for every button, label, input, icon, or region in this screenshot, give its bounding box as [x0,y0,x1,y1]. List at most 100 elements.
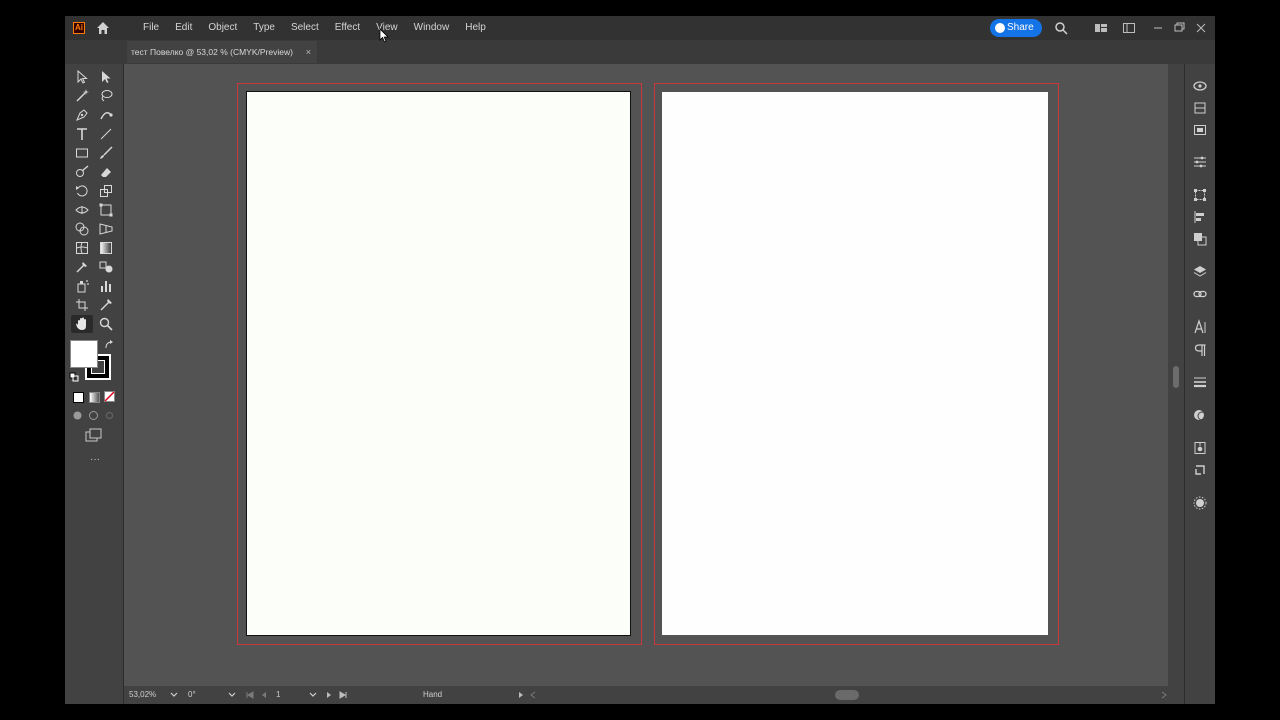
swatches-panel-icon[interactable] [1192,122,1208,138]
active-tool-name: Hand [423,690,443,699]
scroll-right-icon[interactable] [1160,691,1168,699]
links-panel-icon[interactable] [1192,286,1208,302]
direct-selection-tool-icon[interactable] [98,69,114,85]
fill-color-swatch[interactable] [70,340,98,368]
transform-panel-icon[interactable] [1192,187,1208,203]
close-window-icon[interactable] [1194,21,1208,35]
eraser-tool-icon[interactable] [98,164,114,180]
last-artboard-icon[interactable] [339,691,347,699]
scale-tool-icon[interactable] [98,183,114,199]
appearance-panel-icon[interactable] [1192,407,1208,423]
perspective-grid-tool-icon[interactable] [98,221,114,237]
menu-select[interactable]: Select [283,21,327,35]
zoom-tool-icon[interactable] [98,316,114,332]
previous-artboard-icon[interactable] [260,691,268,699]
illustrator-logo-icon: Ai [73,22,85,34]
status-bar: 53,02% 0° 1 Hand [124,686,1184,704]
illustrator-window: Ai File Edit Object Type Select Effect V… [65,16,1215,704]
align-panel-icon[interactable] [1192,209,1208,225]
layers-panel-icon[interactable] [1192,264,1208,280]
menu-help[interactable]: Help [457,21,494,35]
libraries-panel-icon[interactable] [1192,78,1208,94]
rectangle-tool-icon[interactable] [74,145,90,161]
draw-inside-icon[interactable] [104,410,115,421]
canvas-area[interactable] [124,64,1168,686]
paragraph-panel-icon[interactable] [1192,342,1208,358]
menu-window[interactable]: Window [406,21,458,35]
adjustments-panel-icon[interactable] [1192,154,1208,170]
shaper-tool-icon[interactable] [74,164,90,180]
menu-edit[interactable]: Edit [167,21,200,35]
menu-effect[interactable]: Effect [327,21,368,35]
zoom-dropdown-chevron-down-icon[interactable] [170,692,178,698]
zoom-level[interactable]: 53,02% [129,686,156,704]
hand-tool-icon[interactable] [74,316,90,332]
lasso-tool-icon[interactable] [98,88,114,104]
swap-fill-stroke-icon[interactable] [104,340,114,350]
eyedropper-tool-icon[interactable] [74,259,90,275]
menu-object[interactable]: Object [200,21,245,35]
menu-bar: Ai File Edit Object Type Select Effect V… [65,16,1215,40]
close-tab-icon[interactable]: × [306,41,311,63]
arrange-documents-icon[interactable] [1094,21,1108,35]
artboard-2[interactable] [662,92,1048,635]
export-assets-panel-icon[interactable] [1192,440,1208,456]
scroll-left-icon[interactable] [529,691,537,699]
line-segment-tool-icon[interactable] [98,126,114,142]
width-tool-icon[interactable] [74,202,90,218]
mesh-tool-icon[interactable] [74,240,90,256]
slice-tool-icon[interactable] [98,297,114,313]
artboard-tool-icon[interactable] [74,297,90,313]
edit-toolbar-icon[interactable]: ··· [87,454,103,466]
color-guide-panel-icon[interactable] [1192,495,1208,511]
character-panel-icon[interactable] [1192,319,1208,335]
change-screen-mode-icon[interactable] [85,428,103,442]
artboard-dropdown-chevron-down-icon[interactable] [309,692,317,698]
pathfinder-panel-icon[interactable] [1192,231,1208,247]
document-tab-title: тест Повелко @ 53,02 % (CMYK/Preview) [131,47,293,57]
gradient-mode-icon[interactable] [89,392,100,403]
draw-normal-icon[interactable] [72,410,83,421]
default-fill-stroke-icon[interactable] [69,372,79,382]
first-artboard-icon[interactable] [246,691,254,699]
next-artboard-icon[interactable] [325,691,333,699]
type-tool-icon[interactable] [74,126,90,142]
gradient-tool-icon[interactable] [98,240,114,256]
workspace-icon[interactable] [1122,21,1136,35]
panel-dock [1184,64,1215,704]
pen-tool-icon[interactable] [74,107,90,123]
status-menu-icon[interactable] [517,691,525,699]
symbol-sprayer-tool-icon[interactable] [74,278,90,294]
search-icon[interactable] [1054,21,1068,35]
share-button[interactable]: Share [990,19,1042,37]
paintbrush-tool-icon[interactable] [98,145,114,161]
curvature-tool-icon[interactable] [98,107,114,123]
stroke-panel-icon[interactable] [1192,374,1208,390]
restore-icon[interactable] [1172,21,1186,35]
vertical-scroll-thumb[interactable] [1173,366,1179,388]
horizontal-scroll-thumb[interactable] [835,690,859,700]
none-mode-icon[interactable] [104,391,115,402]
document-tab-bar: тест Повелко @ 53,02 % (CMYK/Preview) × [65,40,1215,64]
shape-builder-tool-icon[interactable] [74,221,90,237]
vertical-scrollbar[interactable] [1168,64,1184,686]
free-transform-tool-icon[interactable] [98,202,114,218]
magic-wand-tool-icon[interactable] [74,88,90,104]
blend-tool-icon[interactable] [98,259,114,275]
home-icon[interactable] [95,20,111,36]
menu-file[interactable]: File [135,21,167,35]
draw-behind-icon[interactable] [88,410,99,421]
rotation-dropdown-chevron-down-icon[interactable] [228,692,236,698]
menu-type[interactable]: Type [245,21,283,35]
rotation-value[interactable]: 0° [188,686,196,704]
rotate-tool-icon[interactable] [74,183,90,199]
color-mode-icon[interactable] [73,392,84,403]
selection-tool-icon[interactable] [74,69,90,85]
minimize-icon[interactable] [1151,21,1165,35]
artboard-1[interactable] [246,91,631,636]
artboard-number[interactable]: 1 [276,686,280,704]
column-graph-tool-icon[interactable] [98,278,114,294]
asset-export-link-icon[interactable] [1192,462,1208,478]
document-tab[interactable]: тест Повелко @ 53,02 % (CMYK/Preview) × [127,41,317,63]
properties-panel-icon[interactable] [1192,100,1208,116]
